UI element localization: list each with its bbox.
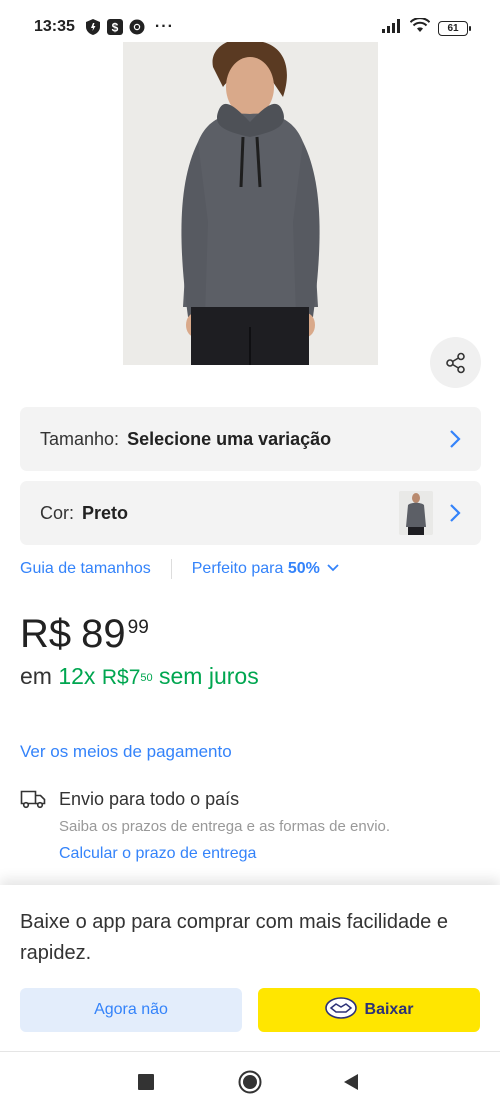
size-label: Tamanho:	[40, 428, 120, 449]
dollar-app-icon: $	[106, 19, 123, 35]
home-button[interactable]	[238, 1070, 262, 1099]
product-image[interactable]	[123, 42, 378, 365]
chrome-icon	[129, 19, 145, 35]
price: R$ 89 99	[20, 612, 149, 657]
price-integer: 89	[81, 612, 126, 656]
signal-icon	[382, 18, 402, 38]
color-value: Preto	[82, 502, 129, 523]
installments-currency: R$	[101, 666, 129, 689]
back-button[interactable]	[343, 1073, 359, 1096]
size-guide-link[interactable]: Guia de tamanhos	[20, 560, 151, 578]
color-selector[interactable]: Cor: Preto	[20, 481, 481, 545]
shield-icon	[85, 19, 101, 35]
installments-cents: 50	[140, 672, 153, 684]
shipping-title: Envio para todo o país	[59, 789, 240, 809]
status-right-icons: 61	[382, 17, 471, 38]
status-notification-icons: $ ···	[85, 18, 174, 36]
fit-prefix: Perfeito para	[191, 560, 284, 577]
payment-methods-link[interactable]: Ver os meios de pagamento	[20, 742, 232, 762]
download-label: Baixar	[364, 1001, 414, 1018]
recents-button[interactable]	[138, 1074, 154, 1095]
shipping-subtitle: Saiba os prazos de entrega e as formas d…	[59, 818, 391, 835]
app-download-sheet: Baixe o app para comprar com mais facili…	[0, 885, 500, 1051]
shipping-calc-link[interactable]: Calcular o prazo de entrega	[59, 845, 256, 863]
price-cents: 99	[127, 617, 149, 638]
installments: em 12x R$750 sem juros	[20, 662, 260, 692]
share-icon	[445, 352, 465, 373]
app-download-message: Baixe o app para comprar com mais facili…	[20, 911, 448, 964]
download-app-button[interactable]: Baixar	[258, 988, 480, 1032]
price-currency: R$	[20, 612, 72, 656]
more-notifications-icon: ···	[154, 18, 174, 35]
fit-percent: 50%	[287, 560, 320, 577]
color-label: Cor:	[40, 502, 75, 523]
color-thumbnail	[399, 491, 433, 535]
not-now-label: Agora não	[94, 1001, 168, 1018]
square-icon	[138, 1074, 154, 1090]
installments-integer: 7	[128, 666, 141, 689]
product-photo-illustration	[123, 42, 378, 365]
share-button[interactable]	[430, 337, 481, 388]
mercado-libre-logo-icon	[324, 996, 357, 1024]
svg-text:$: $	[112, 21, 119, 35]
status-time: 13:35	[34, 18, 75, 35]
not-now-button[interactable]: Agora não	[20, 988, 242, 1032]
navigation-bar	[0, 1051, 500, 1111]
installments-suffix: sem juros	[159, 663, 259, 689]
back-triangle-icon	[344, 1074, 358, 1090]
fit-link[interactable]: Perfeito para 50%	[192, 560, 341, 578]
installments-count: 12x	[58, 663, 96, 689]
wifi-icon	[409, 17, 431, 38]
circle-icon	[238, 1070, 262, 1094]
size-selector[interactable]: Tamanho: Selecione uma variação	[20, 407, 481, 471]
chevron-right-icon	[449, 503, 461, 528]
divider	[170, 559, 172, 579]
size-value: Selecione uma variação	[127, 428, 332, 449]
chevron-down-icon	[327, 564, 339, 572]
truck-icon	[20, 789, 46, 814]
size-guide-row: Guia de tamanhos Perfeito para 50%	[20, 559, 340, 579]
chevron-right-icon	[449, 429, 461, 454]
installments-prefix: em	[20, 663, 52, 689]
battery-icon: 61	[438, 20, 471, 36]
